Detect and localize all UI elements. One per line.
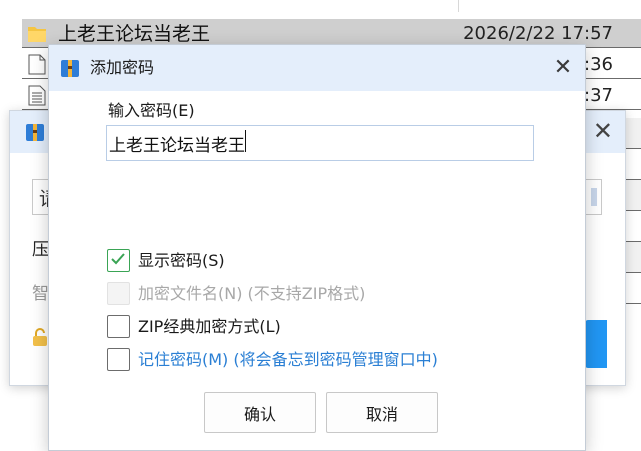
show-password-checkbox[interactable] [107, 249, 130, 272]
show-password-option[interactable]: 显示密码(S) [107, 247, 567, 273]
encrypt-filenames-checkbox [107, 282, 130, 305]
archive-app-icon [61, 60, 79, 77]
close-icon[interactable]: ✕ [593, 117, 613, 145]
password-label: 输入密码(E) [108, 101, 195, 120]
zip-classic-encryption-option[interactable]: ZIP经典加密方式(L) [107, 313, 567, 339]
remember-password-option[interactable]: 记住密码(M) (将会备忘到密码管理窗口中) [107, 346, 567, 372]
encrypt-filenames-label: 加密文件名(N) (不支持ZIP格式) [138, 284, 366, 303]
show-password-label: 显示密码(S) [138, 251, 225, 270]
text-file-icon [28, 85, 46, 106]
background-primary-button[interactable] [585, 320, 607, 368]
file-icon [28, 54, 46, 75]
compress-label: 压 [32, 240, 49, 260]
archive-app-icon [26, 124, 44, 141]
confirm-button[interactable]: 确认 [204, 392, 316, 433]
password-input[interactable] [106, 125, 534, 161]
folder-icon [28, 27, 46, 42]
close-icon[interactable]: ✕ [547, 52, 579, 84]
scrollbar[interactable] [591, 188, 597, 206]
remember-password-checkbox[interactable] [107, 348, 130, 371]
text-caret [245, 130, 246, 152]
file-name: 上老王论坛当老王 [58, 23, 211, 45]
dialog-titlebar: 添加密码 ✕ [49, 45, 585, 91]
file-date: 2026/2/22 17:57 [463, 23, 613, 44]
dialog-title: 添加密码 [90, 58, 155, 77]
checkmark-icon [111, 253, 125, 265]
column-divider [458, 0, 459, 12]
add-password-dialog: 添加密码 ✕ 输入密码(E) 显示密码(S) 加密文件名(N) (不支持ZIP格… [48, 44, 586, 451]
zip-classic-encryption-checkbox[interactable] [107, 315, 130, 338]
cancel-button[interactable]: 取消 [326, 392, 438, 433]
encrypt-filenames-option: 加密文件名(N) (不支持ZIP格式) [107, 280, 567, 306]
remember-password-label[interactable]: 记住密码(M) (将会备忘到密码管理窗口中) [138, 349, 438, 371]
lock-icon [33, 328, 47, 346]
smart-label: 智 [32, 284, 49, 304]
zip-classic-encryption-label: ZIP经典加密方式(L) [138, 317, 281, 336]
